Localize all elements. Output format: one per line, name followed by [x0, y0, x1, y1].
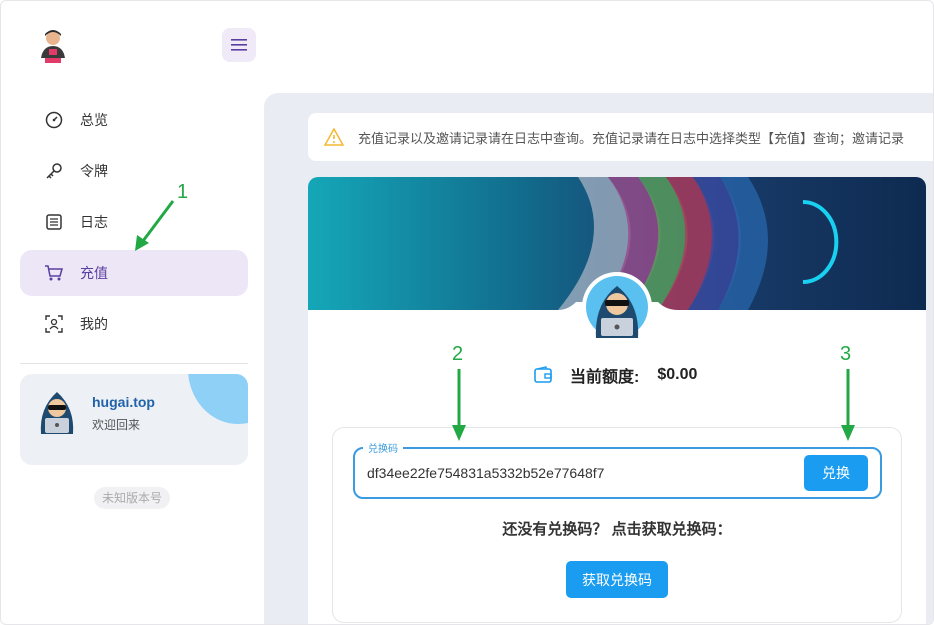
user-name: hugai.top: [92, 394, 155, 410]
balance-label: 当前额度:: [570, 369, 640, 386]
get-code-button[interactable]: 获取兑换码: [566, 561, 668, 598]
sidebar-item-logs[interactable]: 日志: [20, 199, 248, 245]
get-code-prompt: 还没有兑换码？ 点击获取兑换码：: [502, 521, 732, 538]
center-avatar: [582, 272, 652, 342]
redeem-button[interactable]: 兑换: [804, 455, 868, 491]
sidebar-item-label: 令牌: [80, 163, 108, 179]
redeem-code-label: 兑换码: [363, 440, 403, 455]
sidebar-item-label: 日志: [80, 214, 108, 230]
wallet-icon: [534, 366, 552, 384]
redeem-code-field: 兑换码 兑换: [353, 440, 882, 499]
decorative-blob: [188, 374, 248, 424]
menu-toggle-button[interactable]: [222, 28, 256, 62]
logo: [37, 28, 69, 64]
version-badge: 未知版本号: [94, 487, 171, 509]
balance-value: $0.00: [657, 366, 698, 383]
sidebar-item-overview[interactable]: 总览: [20, 97, 248, 143]
sidebar-item-tokens[interactable]: 令牌: [20, 148, 248, 194]
sidebar-nav: 总览 令牌 日志 充值 我的: [20, 97, 248, 352]
app-window: 总览 令牌 日志 充值 我的 hugai.top 欢迎回来 未知版本号 充值记录…: [0, 0, 934, 625]
notice-text: 充值记录以及邀请记录请在日志中查询。充值记录请在日志中选择类型【充值】查询；邀请…: [358, 130, 905, 146]
sidebar-item-label: 总览: [80, 112, 108, 128]
avatar: [35, 388, 79, 434]
key-icon: [44, 161, 64, 181]
recharge-card: 当前额度: $0.00 兑换码 兑换 还没有兑换码？ 点击获取兑换码： 获取兑换…: [308, 177, 926, 624]
user-card[interactable]: hugai.top 欢迎回来: [20, 374, 248, 465]
redeem-panel: 兑换码 兑换 还没有兑换码？ 点击获取兑换码： 获取兑换码: [332, 427, 902, 623]
balance-row: 当前额度: $0.00: [534, 363, 697, 387]
user-greeting: 欢迎回来: [92, 418, 141, 432]
sidebar-item-label: 充值: [80, 265, 108, 281]
redeem-code-input[interactable]: [367, 463, 787, 483]
profile-scan-icon: [44, 314, 64, 334]
log-icon: [44, 212, 64, 232]
sidebar-divider: [20, 363, 248, 364]
sidebar-item-profile[interactable]: 我的: [20, 301, 248, 347]
sidebar-item-recharge[interactable]: 充值: [20, 250, 248, 296]
notice-banner: 充值记录以及邀请记录请在日志中查询。充值记录请在日志中选择类型【充值】查询；邀请…: [308, 113, 933, 161]
hamburger-icon: [231, 39, 247, 51]
warning-icon: [324, 128, 344, 146]
sidebar-item-label: 我的: [80, 316, 108, 332]
dashboard-icon: [44, 110, 64, 130]
cart-icon: [44, 263, 64, 283]
